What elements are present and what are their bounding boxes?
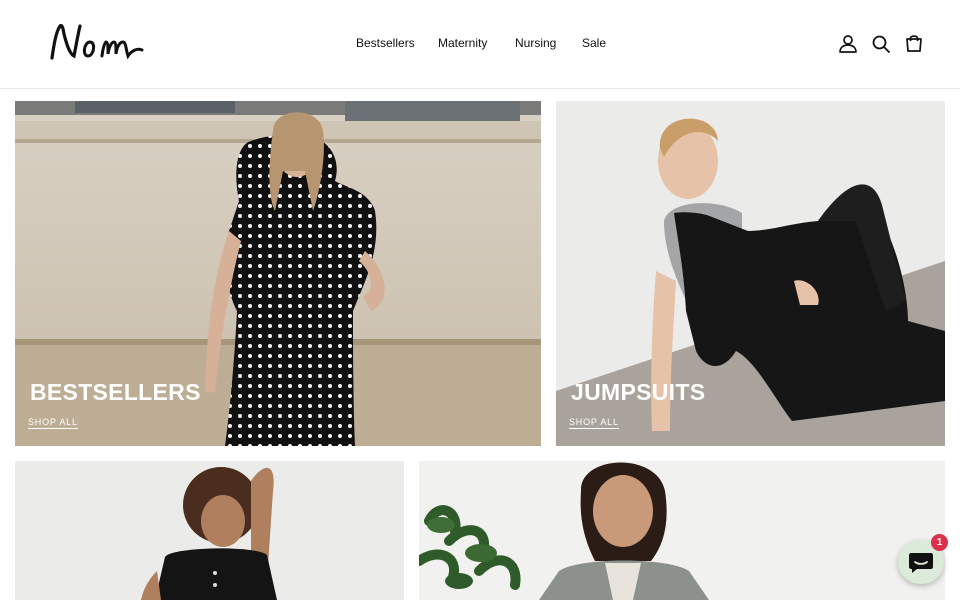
nav-item-maternity[interactable]: Maternity xyxy=(438,36,487,50)
collection-tile-4[interactable] xyxy=(419,461,945,600)
site-header: Bestsellers Maternity Nursing Sale xyxy=(0,0,960,89)
shop-all-link[interactable]: SHOP ALL xyxy=(569,417,619,429)
main-navigation: Bestsellers Maternity Nursing Sale xyxy=(0,36,960,52)
collection-tile-3[interactable] xyxy=(15,461,404,600)
collection-title: BESTSELLERS xyxy=(30,379,201,405)
collection-tile-jumpsuits[interactable]: JUMPSUITS SHOP ALL xyxy=(556,101,945,446)
search-icon[interactable] xyxy=(871,34,891,54)
chat-notification-badge: 1 xyxy=(931,534,948,551)
nav-item-sale[interactable]: Sale xyxy=(582,36,606,50)
collection-tile-bestsellers[interactable]: BESTSELLERS SHOP ALL xyxy=(15,101,541,446)
nav-item-bestsellers[interactable]: Bestsellers xyxy=(356,36,415,50)
chat-bubble-icon xyxy=(909,553,933,573)
shop-all-link[interactable]: SHOP ALL xyxy=(28,417,78,429)
collection-photo-4 xyxy=(419,461,945,600)
nav-item-nursing[interactable]: Nursing xyxy=(515,36,556,50)
cart-icon[interactable] xyxy=(904,33,924,53)
collection-photo-3 xyxy=(15,461,404,600)
collection-title: JUMPSUITS xyxy=(571,379,706,405)
account-icon[interactable] xyxy=(838,34,858,54)
